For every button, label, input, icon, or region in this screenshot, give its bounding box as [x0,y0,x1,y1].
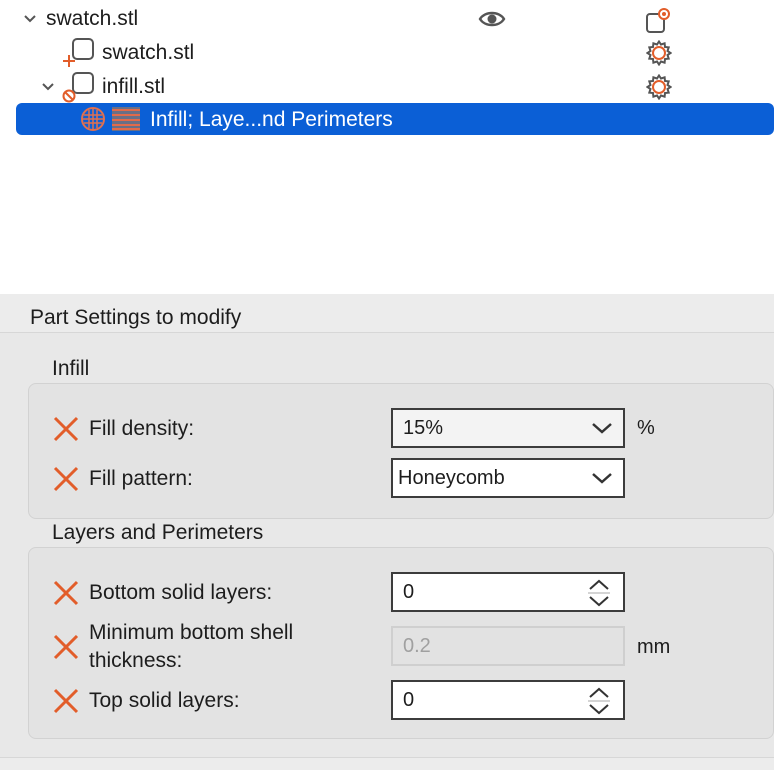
fill-pattern-value: Honeycomb [398,467,505,489]
group-title-layers: Layers and Perimeters [52,521,264,544]
chevron-down-icon[interactable] [591,421,613,435]
min-bottom-shell-label-line2: thickness: [89,649,183,672]
tree-row-settings-selected[interactable]: Infill; Laye...nd Perimeters [16,103,774,135]
tree-modifier-label: infill.stl [102,75,166,98]
bottom-solid-layers-spinner[interactable]: 0 [391,572,625,612]
tree-root-label: swatch.stl [46,7,139,30]
chevron-down-icon[interactable] [40,79,56,95]
remove-x-icon[interactable] [51,686,81,716]
tree-row-modifier[interactable]: infill.stl [0,70,774,104]
object-list: swatch.stl swatch.stl infill.stl Infill;… [0,0,774,294]
group-layers: Bottom solid layers: 0 Minimum bottom sh… [28,547,774,739]
min-bottom-shell-unit: mm [637,636,671,658]
part-plus-icon [63,55,75,67]
fill-pattern-label: Fill pattern: [89,467,193,490]
remove-x-icon[interactable] [51,632,81,662]
eye-icon[interactable] [478,8,506,30]
stepper-icon[interactable] [587,684,611,718]
fill-density-value: 15% [403,417,444,439]
bottom-solid-layers-value: 0 [403,581,415,603]
modifier-badge-icon [62,89,76,103]
top-solid-layers-spinner[interactable]: 0 [391,680,625,720]
top-solid-layers-label: Top solid layers: [89,689,240,712]
remove-x-icon[interactable] [51,414,81,444]
min-bottom-shell-label-line1: Minimum bottom shell [89,621,294,644]
tree-settings-label: Infill; Laye...nd Perimeters [150,108,393,131]
gear-icon[interactable] [646,40,672,66]
tree-part-label: swatch.stl [102,41,195,64]
stepper-icon[interactable] [587,576,611,610]
fill-pattern-combo[interactable]: Honeycomb [391,458,625,498]
min-bottom-shell-value: 0.2 [403,635,431,657]
bottom-solid-layers-label: Bottom solid layers: [89,581,273,604]
remove-x-icon[interactable] [51,464,81,494]
infill-icon [81,107,105,131]
gear-icon[interactable] [646,74,672,100]
chevron-down-icon[interactable] [22,11,38,27]
settings-object-icon[interactable] [644,6,674,34]
layers-icon [112,107,140,131]
chevron-down-icon[interactable] [591,471,613,485]
top-solid-layers-value: 0 [403,689,415,711]
min-bottom-shell-input[interactable]: 0.2 [391,626,625,666]
group-infill: Fill density: 15% % Fill pattern: Honeyc… [28,383,774,519]
tree-row-part[interactable]: swatch.stl [0,36,774,70]
fill-density-combo[interactable]: 15% [391,408,625,448]
fill-density-label: Fill density: [89,417,195,440]
group-title-infill: Infill [52,357,90,380]
settings-panel: Infill Fill density: 15% % Fill pattern:… [0,332,774,758]
tree-row-root[interactable]: swatch.stl [0,2,774,36]
remove-x-icon[interactable] [51,578,81,608]
settings-title: Part Settings to modify [30,306,242,329]
fill-density-unit: % [637,417,655,439]
